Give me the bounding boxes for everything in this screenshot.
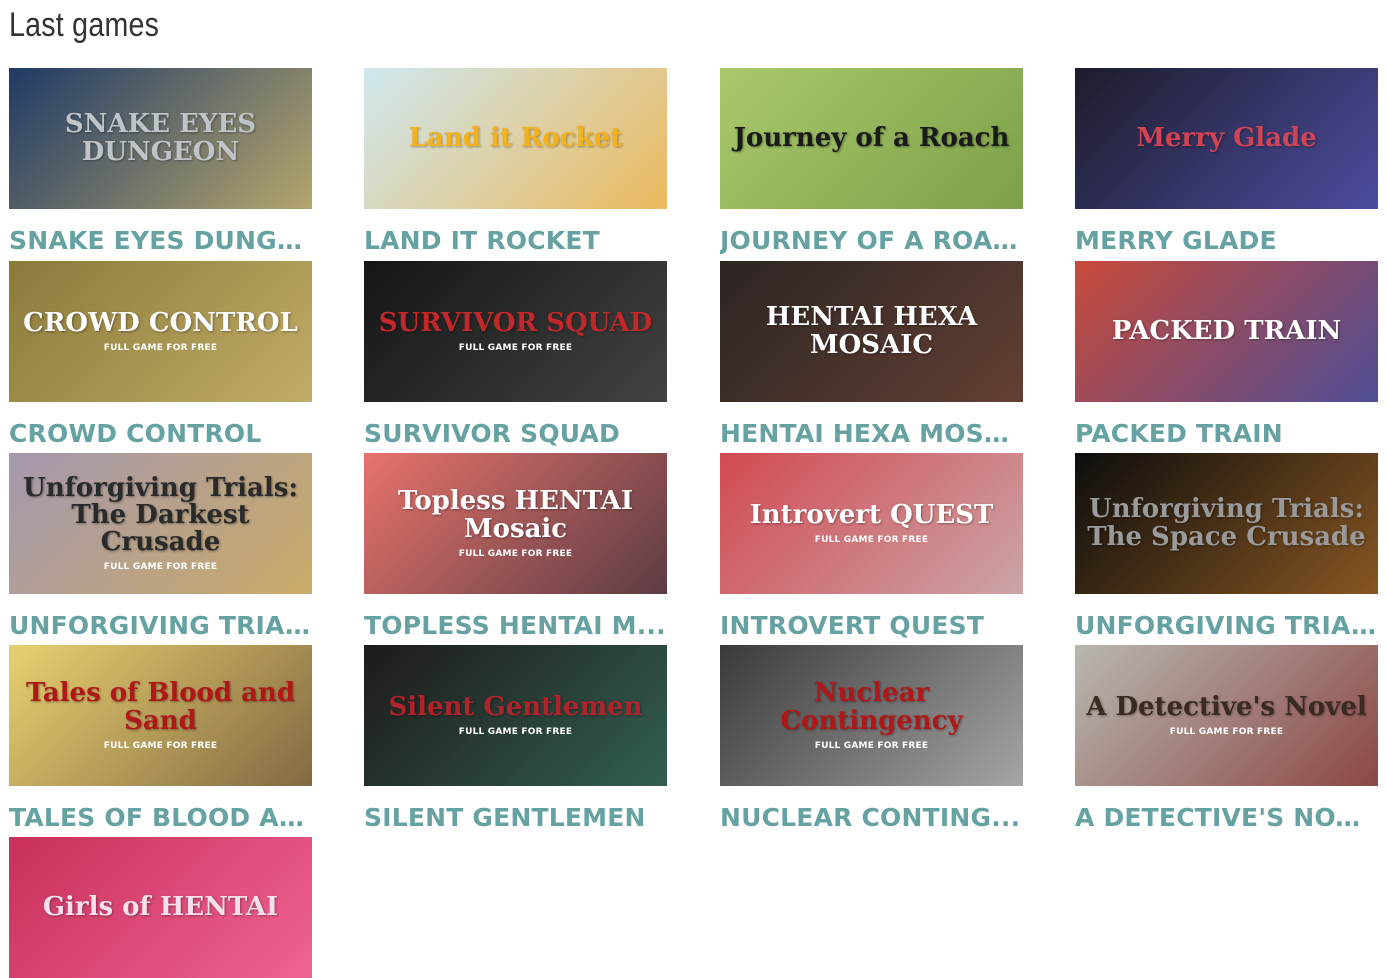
page-title: Last games xyxy=(9,6,160,44)
free-game-badge: FULL GAME FOR FREE xyxy=(814,535,929,546)
free-game-badge: FULL GAME FOR FREE xyxy=(1169,727,1284,738)
thumbnail-art-text: Unforgiving Trials: The Space Crusade xyxy=(1087,494,1366,552)
thumbnail-art-text: HENTAI HEXA MOSAIC xyxy=(765,302,978,360)
thumbnail-art-text: Girls of HENTAI xyxy=(42,891,279,922)
game-thumbnail[interactable]: CROWD CONTROL FULL GAME FOR FREE xyxy=(9,261,312,402)
thumbnail-art-text: Silent Gentlemen xyxy=(388,691,643,722)
game-title-link[interactable]: NUCLEAR CONTING... xyxy=(720,802,1024,834)
free-game-badge: FULL GAME FOR FREE xyxy=(103,562,218,573)
thumbnail-art-text: CROWD CONTROL xyxy=(23,307,298,338)
game-title-link[interactable]: SILENT GENTLEMEN xyxy=(364,802,668,834)
thumbnail-art-text: Land it Rocket xyxy=(408,122,623,153)
game-thumbnail[interactable]: PACKED TRAIN xyxy=(1075,261,1378,402)
free-game-badge: FULL GAME FOR FREE xyxy=(103,343,218,354)
game-thumbnail[interactable]: Merry Glade xyxy=(1075,68,1378,209)
thumbnail-art-text: Introvert QUEST xyxy=(749,499,994,530)
game-title-link[interactable]: JOURNEY OF A ROAC... xyxy=(720,225,1024,257)
game-thumbnail[interactable]: Silent Gentlemen FULL GAME FOR FREE xyxy=(364,645,667,786)
game-title-link[interactable]: A DETECTIVE'S NOVEL xyxy=(1075,802,1379,834)
thumbnail-art-text: Unforgiving Trials: The Darkest Crusade xyxy=(23,472,298,558)
game-title-link[interactable]: SNAKE EYES DUNGE... xyxy=(9,225,313,257)
game-title-link[interactable]: SURVIVOR SQUAD xyxy=(364,418,668,450)
thumbnail-art-text: Topless HENTAI Mosaic xyxy=(397,486,634,544)
game-thumbnail[interactable]: Unforgiving Trials: The Darkest Crusade F… xyxy=(9,453,312,594)
thumbnail-art-text: PACKED TRAIN xyxy=(1111,315,1342,346)
game-title-link[interactable]: TALES OF BLOOD AN... xyxy=(9,802,313,834)
game-thumbnail[interactable]: A Detective's Novel FULL GAME FOR FREE xyxy=(1075,645,1378,786)
free-game-badge: FULL GAME FOR FREE xyxy=(458,343,573,354)
free-game-badge: FULL GAME FOR FREE xyxy=(814,740,929,751)
game-title-link[interactable]: TOPLESS HENTAI M... xyxy=(364,610,668,642)
game-thumbnail[interactable]: SURVIVOR SQUAD FULL GAME FOR FREE xyxy=(364,261,667,402)
thumbnail-art-text: SNAKE EYES DUNGEON xyxy=(64,109,257,167)
game-thumbnail[interactable]: Journey of a Roach xyxy=(720,68,1023,209)
game-thumbnail[interactable]: Nuclear Contingency FULL GAME FOR FREE xyxy=(720,645,1023,786)
game-thumbnail[interactable]: Land it Rocket xyxy=(364,68,667,209)
game-thumbnail[interactable]: HENTAI HEXA MOSAIC xyxy=(720,261,1023,402)
game-title-link[interactable]: MERRY GLADE xyxy=(1075,225,1379,257)
game-thumbnail[interactable]: Introvert QUEST FULL GAME FOR FREE xyxy=(720,453,1023,594)
game-title-link[interactable]: INTROVERT QUEST xyxy=(720,610,1024,642)
thumbnail-art-text: Nuclear Contingency xyxy=(780,678,963,736)
game-title-link[interactable]: UNFORGIVING TRIA... xyxy=(9,610,313,642)
game-title-link[interactable]: UNFORGIVING TRIA... xyxy=(1075,610,1379,642)
free-game-badge: FULL GAME FOR FREE xyxy=(458,727,573,738)
game-thumbnail[interactable]: Unforgiving Trials: The Space Crusade xyxy=(1075,453,1378,594)
thumbnail-art-text: Tales of Blood and Sand xyxy=(25,678,296,736)
game-thumbnail[interactable]: Topless HENTAI Mosaic FULL GAME FOR FREE xyxy=(364,453,667,594)
game-title-link[interactable]: PACKED TRAIN xyxy=(1075,418,1379,450)
game-title-link[interactable]: CROWD CONTROL xyxy=(9,418,313,450)
thumbnail-art-text: Merry Glade xyxy=(1136,122,1317,153)
thumbnail-art-text: SURVIVOR SQUAD xyxy=(378,307,653,338)
free-game-badge: FULL GAME FOR FREE xyxy=(458,548,573,559)
game-title-link[interactable]: LAND IT ROCKET xyxy=(364,225,668,257)
game-title-link[interactable]: HENTAI HEXA MOSA... xyxy=(720,418,1024,450)
game-thumbnail[interactable]: Girls of HENTAI xyxy=(9,837,312,978)
game-thumbnail[interactable]: SNAKE EYES DUNGEON xyxy=(9,68,312,209)
free-game-badge: FULL GAME FOR FREE xyxy=(103,740,218,751)
thumbnail-art-text: A Detective's Novel xyxy=(1086,691,1367,722)
thumbnail-art-text: Journey of a Roach xyxy=(733,122,1010,153)
game-thumbnail[interactable]: Tales of Blood and Sand FULL GAME FOR FRE… xyxy=(9,645,312,786)
